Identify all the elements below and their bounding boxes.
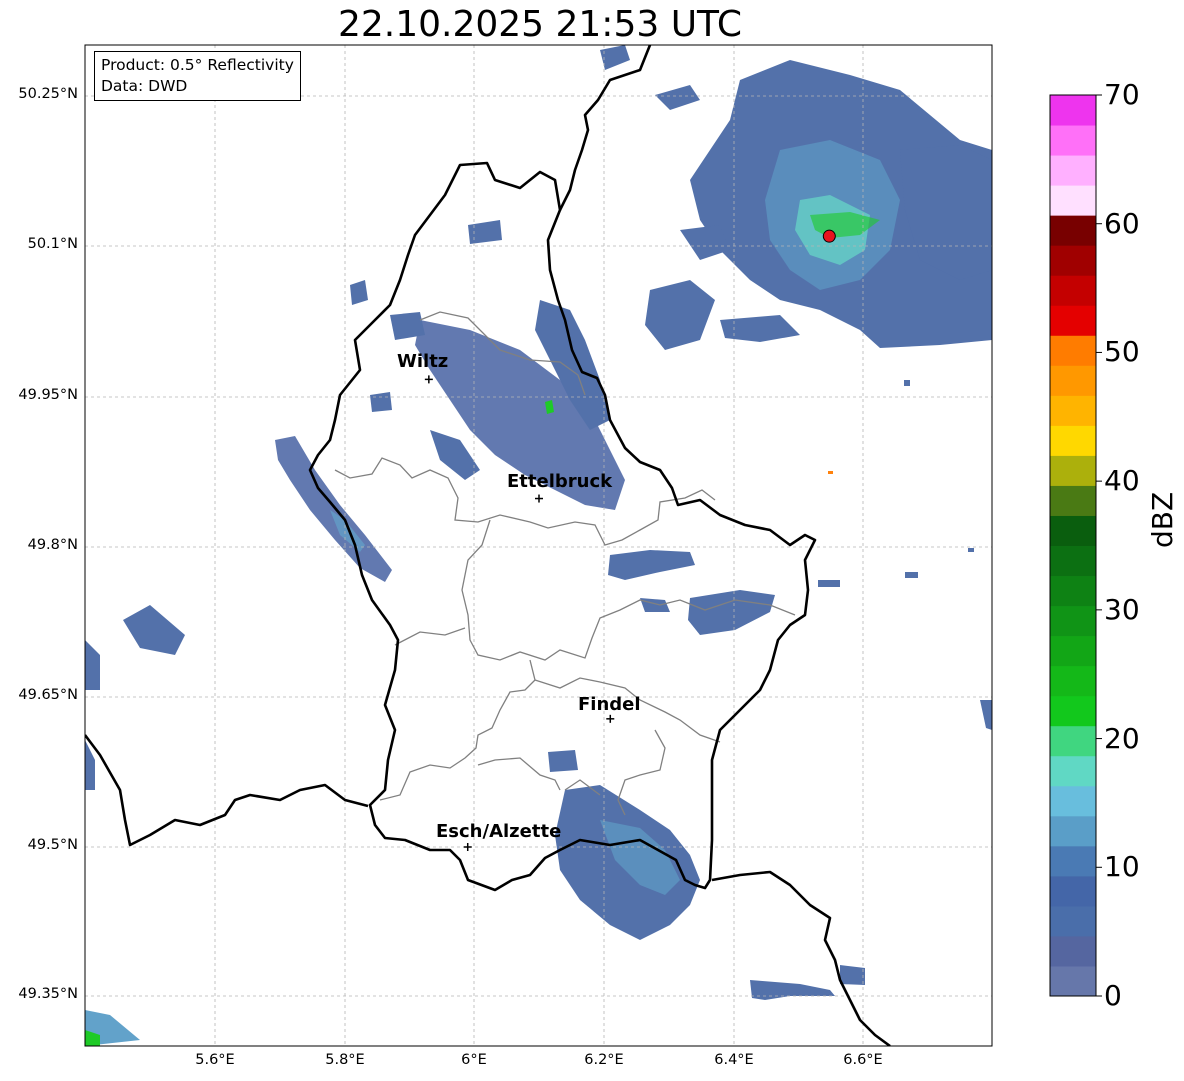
radar-map — [84, 44, 1102, 1047]
echo-west-small-2 — [370, 392, 392, 412]
product-label: Product: 0.5° Reflectivity — [101, 56, 294, 74]
lon-label-6-6: 6.6°E — [843, 1052, 883, 1068]
colorbar-segment — [1050, 965, 1096, 997]
lon-label-6-2: 6.2°E — [584, 1052, 624, 1068]
city-label-findel: Findel — [578, 694, 641, 715]
colorbar-tick-label: 50 — [1104, 335, 1140, 369]
colorbar-segment — [1050, 635, 1096, 667]
colorbar-unit-label: dBZ — [1146, 491, 1179, 548]
colorbar-segment — [1050, 515, 1096, 546]
radar-site-marker — [822, 229, 836, 243]
lat-label-49-5: 49.5°N — [27, 837, 78, 853]
colorbar-segment — [1050, 935, 1096, 967]
lon-label-6-4: 6.4°E — [714, 1052, 754, 1068]
colorbar-segment — [1050, 605, 1096, 637]
colorbar-tick-label: 70 — [1104, 78, 1140, 111]
colorbar-segment — [1050, 905, 1096, 937]
colorbar-segment — [1050, 275, 1096, 306]
colorbar-tick-label: 10 — [1104, 850, 1140, 884]
lat-label-49-8: 49.8°N — [27, 537, 78, 553]
echo-wiltz-north — [390, 312, 425, 340]
product-info-box: Product: 0.5° Reflectivity Data: DWD — [94, 51, 301, 101]
colorbar-segment — [1050, 785, 1096, 817]
colorbar-tick-label: 0 — [1104, 979, 1122, 1012]
colorbar-tick-label: 40 — [1104, 464, 1140, 498]
lat-label-50-1: 50.1°N — [27, 236, 78, 252]
data-source-label: Data: DWD — [101, 77, 188, 95]
colorbar-segment — [1050, 245, 1096, 276]
colorbar-segment — [1050, 485, 1096, 516]
colorbar-segment — [1050, 665, 1096, 697]
lat-label-49-95: 49.95°N — [18, 387, 78, 403]
colorbar — [1050, 94, 1102, 997]
city-label-wiltz: Wiltz — [397, 351, 449, 372]
colorbar-segment — [1050, 215, 1096, 246]
echo-speck-2 — [968, 548, 974, 552]
echo-se-5 — [905, 572, 918, 578]
city-label-ettelbruck: Ettelbruck — [507, 471, 613, 492]
lat-label-50-25: 50.25°N — [18, 86, 78, 102]
colorbar-segment — [1050, 335, 1096, 366]
colorbar-segment — [1050, 545, 1096, 577]
colorbar-segment — [1050, 395, 1096, 426]
colorbar-segment — [1050, 125, 1096, 156]
echo-speck-3 — [904, 380, 910, 386]
colorbar-segment — [1050, 755, 1096, 787]
city-label-esch-alzette: Esch/Alzette — [436, 821, 562, 842]
colorbar-tick-label: 30 — [1104, 592, 1140, 626]
echo-south-small — [548, 750, 578, 772]
colorbar-tick-label: 60 — [1104, 206, 1140, 240]
colorbar-segment — [1050, 185, 1096, 216]
echo-south-3 — [840, 965, 865, 985]
lon-label-5-6: 5.6°E — [195, 1052, 235, 1068]
colorbar-tick-label: 20 — [1104, 721, 1140, 755]
lat-label-49-65: 49.65°N — [18, 687, 78, 703]
colorbar-segment — [1050, 365, 1096, 396]
colorbar-segment — [1050, 95, 1096, 126]
colorbar-segment — [1050, 815, 1096, 847]
lat-label-49-35: 49.35°N — [18, 986, 78, 1002]
colorbar-segment — [1050, 725, 1096, 757]
echo-orange-speck — [828, 471, 833, 474]
colorbar-segment — [1050, 695, 1096, 727]
lon-label-6-0: 6°E — [461, 1052, 487, 1068]
lon-label-5-8: 5.8°E — [325, 1052, 365, 1068]
echo-se-4 — [818, 580, 840, 587]
colorbar-segment — [1050, 305, 1096, 336]
colorbar-segment — [1050, 875, 1096, 907]
colorbar-segment — [1050, 575, 1096, 607]
colorbar-segment — [1050, 425, 1096, 456]
colorbar-segment — [1050, 845, 1096, 877]
colorbar-segment — [1050, 455, 1096, 486]
colorbar-segment — [1050, 155, 1096, 186]
